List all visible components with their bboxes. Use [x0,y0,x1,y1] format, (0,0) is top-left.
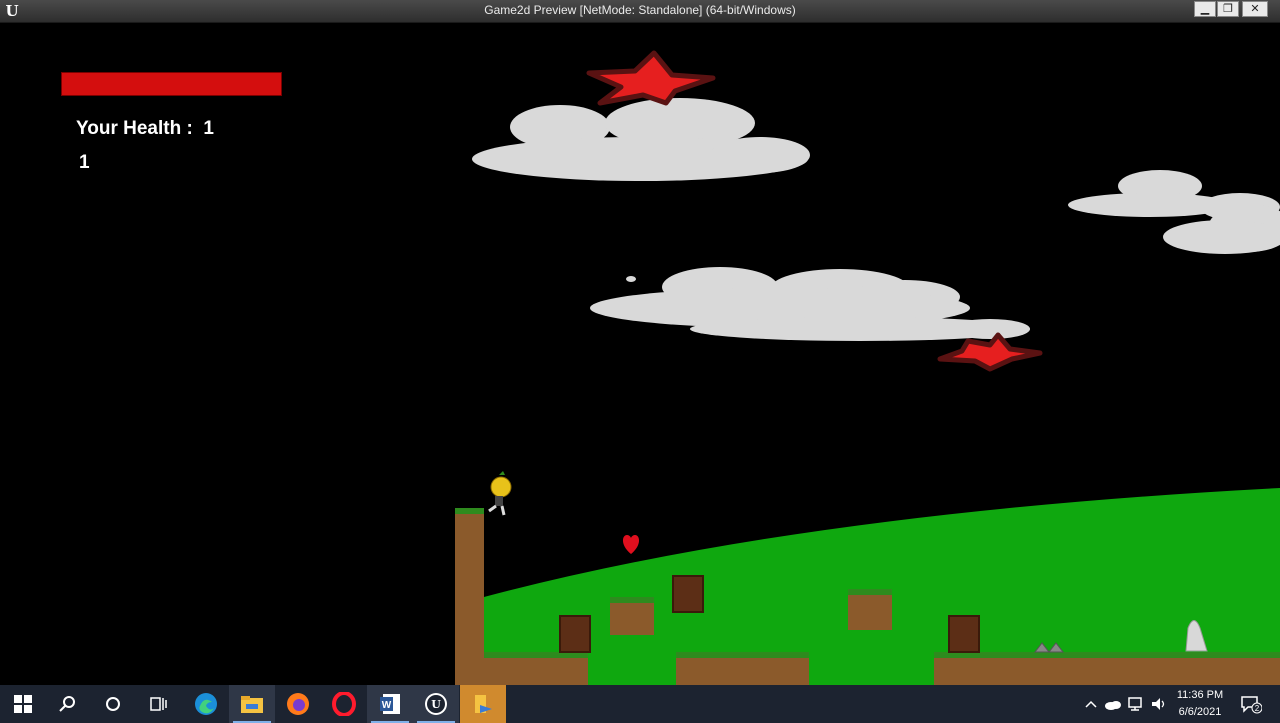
windows-icon [14,695,32,713]
taskbar: W U 11:36 PM 6/6/2021 2 [0,685,1280,723]
ground-block [676,654,809,685]
edge-icon [195,693,217,715]
dirt-pillar [455,508,484,685]
floating-platform [848,590,892,630]
window-title: Game2d Preview [NetMode: Standalone] (64… [484,3,796,17]
grass-top [610,597,654,603]
volume-icon [1152,698,1165,710]
taskbar-clock[interactable]: 11:36 PM 6/6/2021 [1172,687,1228,721]
window-titlebar[interactable]: U Game2d Preview [NetMode: Standalone] (… [0,0,1280,23]
clock-date: 6/6/2021 [1178,706,1222,718]
ground-block [934,654,1280,685]
opera-icon [332,692,356,716]
notification-count: 2 [1255,704,1260,713]
crate [559,615,591,653]
firefox-icon [287,693,309,715]
file-explorer-icon [241,696,263,713]
cloud [472,98,810,181]
clock-time: 11:36 PM [1176,689,1224,701]
word-icon: W [380,694,400,714]
opera-taskbar-button[interactable] [321,685,367,723]
task-view-icon [150,697,167,711]
health-bar [61,72,282,96]
action-center-button[interactable]: 2 [1236,685,1266,723]
cortana-button[interactable] [90,685,136,723]
score-counter: 1 [79,152,90,173]
network-icon [1128,697,1142,711]
cloud-icon [1105,701,1121,710]
chevron-up-icon [1085,700,1097,708]
volume-tray-button[interactable] [1149,685,1169,723]
edge-taskbar-button[interactable] [183,685,229,723]
star [586,50,716,106]
health-label: Your Health : 1 [76,118,214,139]
word-taskbar-button[interactable]: W [367,685,413,723]
svg-text:U: U [431,698,441,711]
cloud [626,276,636,282]
star [937,332,1043,372]
grass-top [848,589,892,595]
search-icon [59,696,75,712]
crate [948,615,980,653]
search-button[interactable] [45,685,91,723]
grass-top [676,652,809,658]
onedrive-tray-button[interactable] [1103,685,1123,723]
unreal-engine-taskbar-button[interactable]: U [413,685,459,723]
cloud [590,267,1030,341]
player-character [488,471,512,516]
ground-block [484,654,588,685]
firefox-taskbar-button[interactable] [275,685,321,723]
file-explorer-taskbar-button[interactable] [229,685,275,723]
close-button[interactable]: ✕ [1242,1,1268,17]
grass-top [934,652,1280,658]
show-hidden-icons-button[interactable] [1082,685,1100,723]
game-window-icon [475,695,492,713]
notification-icon: 2 [1241,696,1262,714]
network-tray-button[interactable] [1126,685,1146,723]
heart-pickup [622,535,640,554]
start-button[interactable] [0,685,46,723]
maximize-button[interactable]: ❐ [1217,1,1239,17]
floating-platform [610,598,654,635]
minimize-button[interactable]: ▁ [1194,1,1216,17]
game-window-taskbar-button[interactable] [460,685,506,723]
unreal-engine-icon: U [425,693,447,715]
game-viewport[interactable]: Your Health : 1 1 [0,23,1280,685]
grass-top [455,508,484,514]
crate [672,575,704,613]
svg-text:W: W [382,700,392,711]
cortana-icon [106,697,120,711]
task-view-button[interactable] [135,685,181,723]
